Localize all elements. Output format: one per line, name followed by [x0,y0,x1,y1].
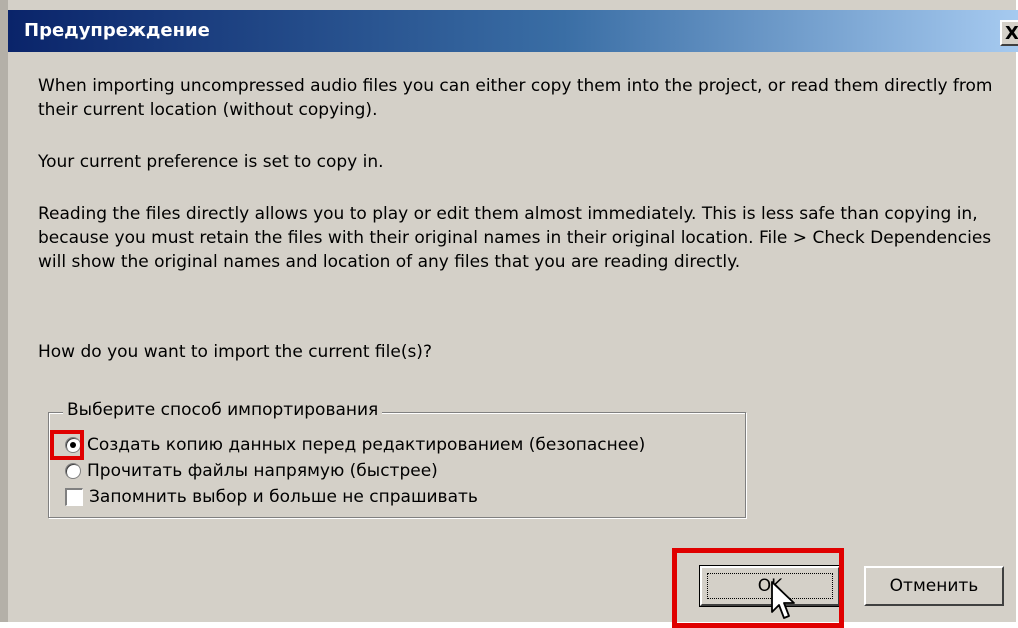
remember-checkbox[interactable] [65,488,83,506]
remember-choice-label: Запомнить выбор и больше не спрашивать [89,487,478,507]
option-copy-data[interactable]: Создать копию данных перед редактировани… [65,433,645,457]
message-question: How do you want to import the current fi… [38,342,432,362]
import-method-group: Выберите способ импортирования Создать к… [48,400,746,518]
message-details: Reading the files directly allows you to… [38,204,992,272]
title-bar: Предупреждение X [8,10,1018,52]
group-legend: Выберите способ импортирования [63,400,383,420]
close-button[interactable]: X [1000,20,1018,46]
message-intro: When importing uncompressed audio files … [38,76,993,120]
message-preference: Your current preference is set to copy i… [38,152,384,172]
dialog-title: Предупреждение [24,20,210,41]
import-warning-dialog: Предупреждение X When importing uncompre… [0,0,1018,622]
radio-highlight-box [50,430,84,460]
cancel-button-label: Отменить [889,576,979,596]
ok-highlight-box [672,548,844,628]
close-icon: X [1005,22,1018,44]
option-read-directly[interactable]: Прочитать файлы напрямую (быстрее) [65,459,438,483]
mouse-pointer-icon [771,581,795,619]
radio-read-directly[interactable] [65,463,81,479]
option-read-directly-label: Прочитать файлы напрямую (быстрее) [87,461,438,481]
option-copy-data-label: Создать копию данных перед редактировани… [87,435,646,455]
cancel-button[interactable]: Отменить [864,566,1004,606]
remember-choice[interactable]: Запомнить выбор и больше не спрашивать [65,485,478,509]
